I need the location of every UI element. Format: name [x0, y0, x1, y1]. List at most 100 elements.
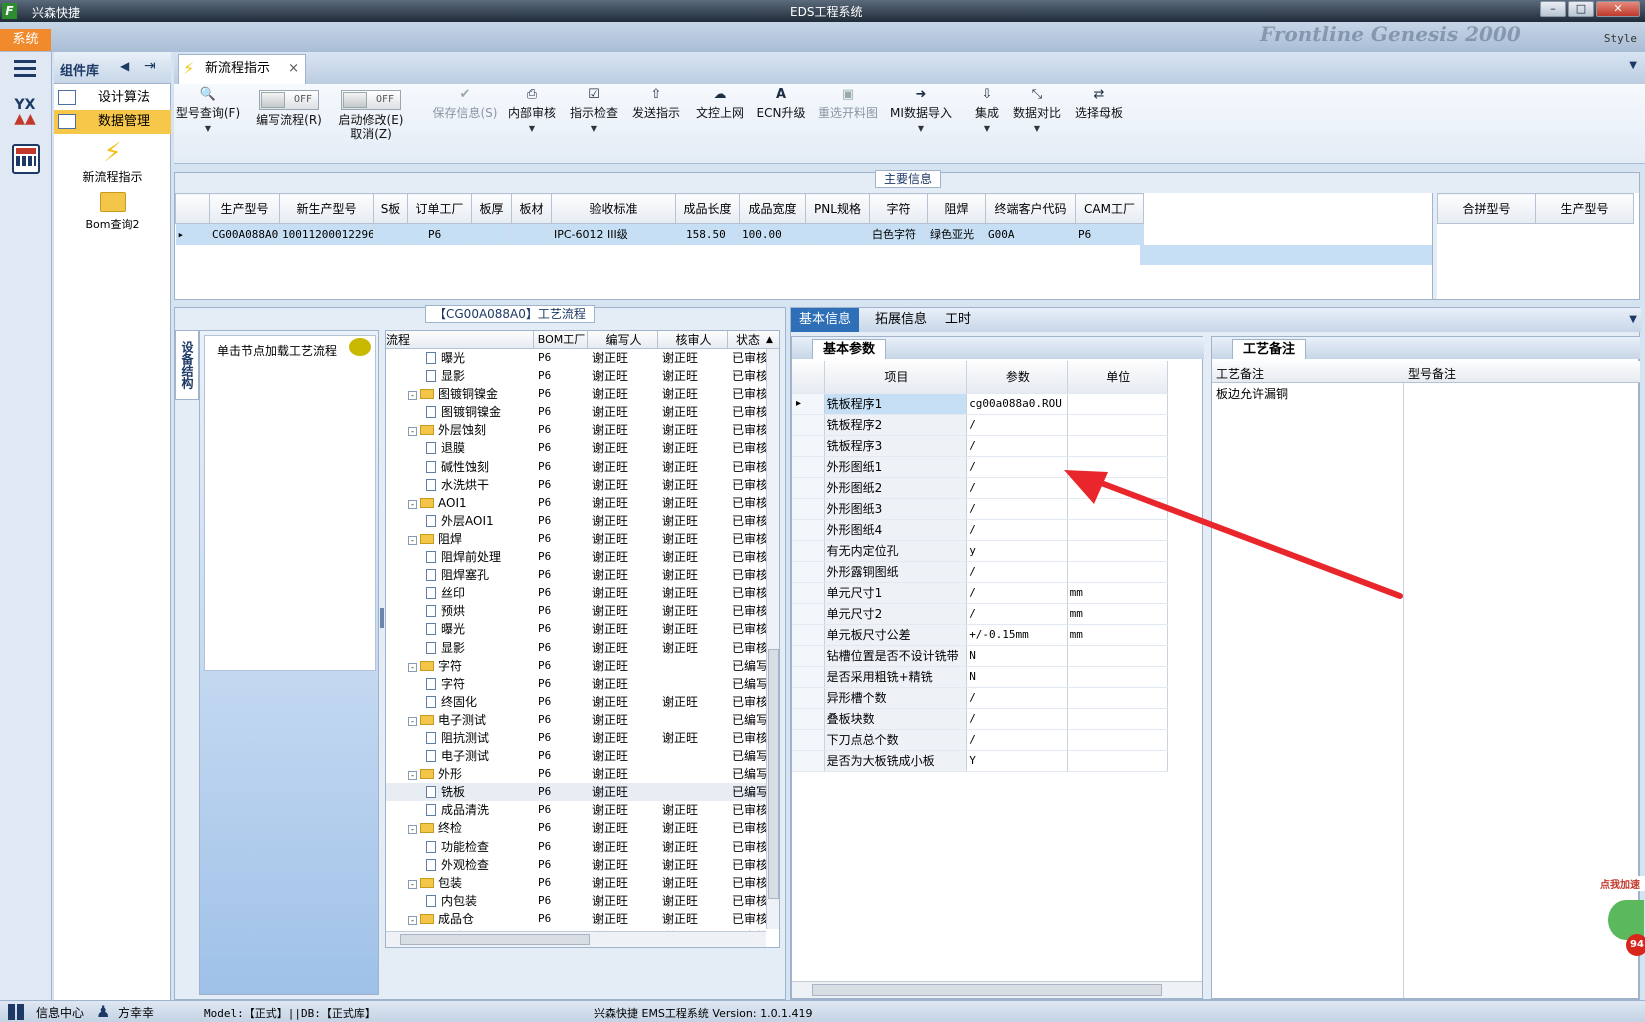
param-row[interactable]: 铣板程序2/: [792, 414, 1169, 436]
hamburger-menu-icon[interactable]: [14, 60, 36, 78]
param-row[interactable]: ▸ 铣板程序1 cg00a088a0.ROU: [792, 393, 1169, 415]
param-row[interactable]: 叠板块数 /: [792, 708, 1169, 730]
flow-node-name[interactable]: 预烘: [426, 602, 534, 620]
row-selector[interactable]: [792, 540, 825, 562]
tab-extended-info[interactable]: 拓展信息: [867, 308, 935, 332]
toggle-switch[interactable]: OFF: [259, 90, 319, 110]
flow-node-name[interactable]: 阻焊前处理: [426, 548, 534, 566]
tab-work-hours[interactable]: 工时: [937, 308, 979, 332]
scroll-up-icon[interactable]: ▲: [766, 331, 778, 349]
flow-node-name[interactable]: - 成品仓: [408, 910, 534, 928]
flow-tree-row[interactable]: - 字符 P6 谢正旺 已编写: [386, 657, 766, 675]
param-row[interactable]: 单元板尺寸公差 +/-0.15mm mm: [792, 624, 1169, 646]
flow-node-name[interactable]: 终固化: [426, 693, 534, 711]
info-center-link[interactable]: 信息中心: [36, 1004, 84, 1021]
instruction-check-button[interactable]: ☑ 指示检查 ▼: [566, 84, 622, 164]
flow-tree-row[interactable]: 显影 P6 谢正旺 谢正旺 已审核: [386, 639, 766, 657]
row-selector[interactable]: [792, 687, 825, 709]
save-info-button[interactable]: ✔ 保存信息(S): [428, 84, 502, 164]
row-selector[interactable]: [792, 603, 825, 625]
flow-tree-row[interactable]: 曝光 P6 谢正旺 谢正旺 已审核: [386, 620, 766, 638]
flow-node-name[interactable]: - 阻焊: [408, 530, 534, 548]
flow-node-name[interactable]: 电子测试: [426, 747, 534, 765]
row-selector[interactable]: [792, 645, 825, 667]
column-header[interactable]: 验收标准: [551, 193, 676, 224]
flow-tree-row[interactable]: - 终检 P6 谢正旺 谢正旺 已审核: [386, 819, 766, 837]
flow-node-name[interactable]: 字符: [426, 675, 534, 693]
flow-node-name[interactable]: 显影: [426, 639, 534, 657]
windows-grid-icon[interactable]: [8, 1004, 24, 1020]
flow-node-name[interactable]: 功能检查: [426, 838, 534, 856]
param-value-cell[interactable]: /: [966, 603, 1068, 625]
column-header[interactable]: 流程: [386, 331, 534, 349]
flow-node-name[interactable]: 铣板: [426, 783, 534, 801]
row-selector[interactable]: [792, 582, 825, 604]
maximize-button[interactable]: □: [1568, 1, 1594, 17]
row-selector[interactable]: [792, 561, 825, 583]
flow-node-name[interactable]: 内包装: [426, 892, 534, 910]
table-cell[interactable]: G00A: [985, 223, 1076, 245]
flow-tree-row[interactable]: 字符 P6 谢正旺 已编写: [386, 675, 766, 693]
row-selector[interactable]: [792, 477, 825, 499]
flow-tree-row[interactable]: 碱性蚀刻 P6 谢正旺 谢正旺 已审核: [386, 458, 766, 476]
param-value-cell[interactable]: cg00a088a0.ROU: [966, 393, 1068, 415]
internal-review-button[interactable]: ⎙ 内部审核 ▼: [504, 84, 560, 164]
horizontal-scrollbar[interactable]: [386, 931, 766, 947]
table-cell[interactable]: [511, 223, 552, 245]
minimize-button[interactable]: –: [1540, 1, 1566, 17]
flow-node-name[interactable]: 外层AOI1: [426, 512, 534, 530]
pin-icon[interactable]: ⇥: [144, 58, 156, 74]
flow-tree-row[interactable]: 显影 P6 谢正旺 谢正旺 已审核: [386, 367, 766, 385]
flow-node-name[interactable]: 外观检查: [426, 856, 534, 874]
flow-node-name[interactable]: 成品清洗: [426, 801, 534, 819]
flow-node-name[interactable]: - 外层蚀刻: [408, 421, 534, 439]
row-selector[interactable]: ▸: [792, 393, 825, 415]
flow-tree-row[interactable]: - 电子测试 P6 谢正旺 已编写: [386, 711, 766, 729]
param-value-cell[interactable]: y: [966, 540, 1068, 562]
param-row[interactable]: 钻槽位置是否不设计铣带 N: [792, 645, 1169, 667]
flow-node-name[interactable]: - 字符: [408, 657, 534, 675]
model-query-button[interactable]: 🔍 型号查询(F) ▼: [174, 84, 242, 164]
flow-node-name[interactable]: 曝光: [426, 349, 534, 367]
table-cell[interactable]: 白色字符: [869, 223, 928, 245]
vertical-scrollbar[interactable]: [766, 349, 779, 929]
table-cell[interactable]: [805, 223, 870, 245]
table-cell[interactable]: 绿色亚光: [927, 223, 986, 245]
table-row[interactable]: ▸ CG00A088A0 10011200012296 P6 IPC-6012 …: [175, 223, 1144, 245]
param-row[interactable]: 异形槽个数 /: [792, 687, 1169, 709]
flow-tree-row[interactable]: 外观检查 P6 谢正旺 谢正旺 已审核: [386, 856, 766, 874]
splitter-handle[interactable]: [380, 608, 384, 628]
flow-tree-row[interactable]: 退膜 P6 谢正旺 谢正旺 已审核: [386, 439, 766, 457]
row-selector[interactable]: [792, 750, 825, 772]
flow-node-name[interactable]: 曝光: [426, 620, 534, 638]
flow-tree-row[interactable]: 预烘 P6 谢正旺 谢正旺 已审核: [386, 602, 766, 620]
flow-tree-row[interactable]: 成品清洗 P6 谢正旺 谢正旺 已审核: [386, 801, 766, 819]
flow-tree-row[interactable]: 水洗烘干 P6 谢正旺 谢正旺 已审核: [386, 476, 766, 494]
flow-tree-row[interactable]: - 外层蚀刻 P6 谢正旺 谢正旺 已审核: [386, 421, 766, 439]
flow-tree-row[interactable]: 图镀铜镍金 P6 谢正旺 谢正旺 已审核: [386, 403, 766, 421]
table-cell[interactable]: [373, 223, 408, 245]
table-cell[interactable]: [471, 223, 512, 245]
param-value-cell[interactable]: /: [966, 519, 1068, 541]
column-header[interactable]: 板材: [511, 193, 552, 224]
row-selector[interactable]: [792, 456, 825, 478]
table-cell[interactable]: 158.50: [675, 223, 740, 245]
param-row[interactable]: 铣板程序3/: [792, 435, 1169, 457]
row-selector[interactable]: [792, 435, 825, 457]
flow-node-name[interactable]: - 电子测试: [408, 711, 534, 729]
param-row[interactable]: 下刀点总个数 /: [792, 729, 1169, 751]
column-header[interactable]: 板厚: [471, 193, 512, 224]
start-edit-toggle[interactable]: OFF 启动修改(E) 取消(Z): [328, 84, 414, 164]
expand-toggle-icon[interactable]: -: [408, 771, 417, 781]
doc-control-online-button[interactable]: ☁ 文控上网: [690, 84, 750, 164]
column-header[interactable]: BOM工厂: [536, 331, 588, 349]
flow-node-name[interactable]: 碱性蚀刻: [426, 458, 534, 476]
expand-toggle-icon[interactable]: -: [408, 716, 417, 726]
param-value-cell[interactable]: N: [966, 666, 1068, 688]
param-value-cell[interactable]: /: [966, 456, 1068, 478]
data-compare-button[interactable]: ⤡ 数据对比 ▼: [1004, 84, 1070, 164]
param-value-cell[interactable]: /: [966, 414, 1068, 436]
flow-tree-row[interactable]: - 外形 P6 谢正旺 已编写: [386, 765, 766, 783]
expand-toggle-icon[interactable]: -: [408, 535, 417, 545]
table-cell[interactable]: P6: [1075, 223, 1144, 245]
